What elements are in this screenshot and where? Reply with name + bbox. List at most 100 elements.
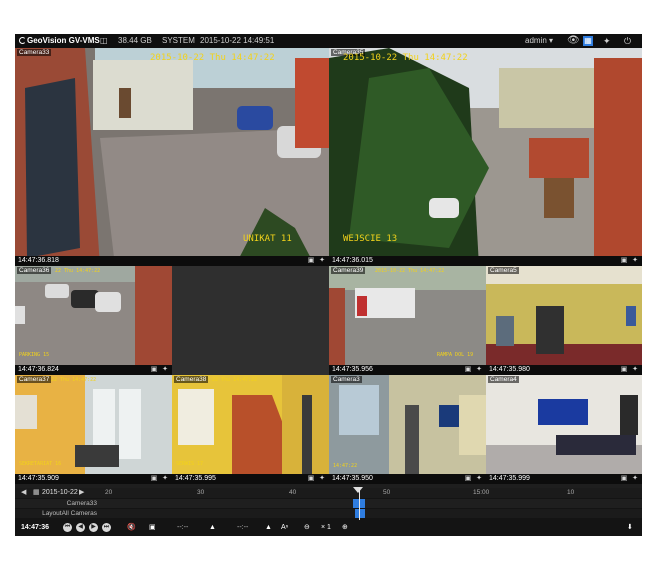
track-label: LayoutAll Cameras — [42, 510, 97, 517]
snapshot-icon[interactable]: ▣ — [620, 366, 628, 374]
camera4-feed — [486, 375, 642, 484]
camera-tile-camera36[interactable]: Camera36 22 Thu 14:47:22 PARKING 15 14:4… — [15, 266, 172, 375]
camera-tile-camera4[interactable]: Camera4 14:47:35.999 ▣ ✦ — [486, 375, 642, 484]
camera-name: Camera3 — [331, 376, 362, 383]
camera-timestamp: 14:47:36.824 — [18, 366, 59, 373]
camera-osd-time: 22 Thu 14:47:22 — [51, 377, 97, 383]
tools-icon[interactable]: ✦ — [631, 366, 639, 374]
playhead-marker[interactable] — [353, 487, 363, 493]
camera-name: Camera4 — [488, 376, 519, 383]
tools-icon[interactable]: ✦ — [631, 475, 639, 483]
tick-label: 50 — [383, 489, 391, 496]
current-time: 14:47:36 — [21, 524, 50, 531]
calendar-icon[interactable]: ▦ — [33, 488, 40, 498]
camera-timestamp: 14:47:35.909 — [18, 475, 59, 482]
tools-icon[interactable]: ✦ — [631, 257, 639, 265]
timeline-date[interactable]: 2015-10-22 — [42, 488, 78, 498]
timeline-ruler[interactable]: ◀ ▦ 2015-10-22 ▶ 20 30 40 50 15:00 10 — [15, 487, 642, 498]
camera-tile-empty[interactable] — [172, 266, 329, 375]
playback-speed: × 1 — [321, 524, 331, 531]
layout-grid-icon[interactable]: ▦ — [583, 36, 593, 46]
camera-osd-time: 14:47:22 — [333, 463, 358, 469]
recording-segment[interactable] — [355, 509, 365, 518]
tile-footer: 14:47:36.824 ▣ ✦ — [15, 365, 172, 375]
tools-icon[interactable]: ✦ — [475, 475, 483, 483]
camera-osd-time: 2015-10-22 Thu 14:47:22 — [150, 53, 275, 63]
snapshot-icon[interactable]: ▣ — [620, 257, 628, 265]
camera-osd-time: 2015-10-22 Thu 14:47:22 — [343, 53, 468, 63]
tick-label: 10 — [567, 489, 575, 496]
playhead-line — [359, 488, 360, 520]
prev-day-icon[interactable]: ◀ — [21, 488, 26, 498]
snapshot-icon[interactable]: ▣ — [150, 475, 158, 483]
camera-name: Camera37 — [17, 376, 52, 383]
download-icon[interactable]: ⬇ — [627, 522, 633, 534]
snapshot-icon[interactable]: ▣ — [620, 475, 628, 483]
camera-name: Camera38 — [174, 376, 209, 383]
tick-label: 15:00 — [473, 489, 490, 496]
rewind-icon[interactable]: ◀ — [76, 523, 85, 532]
camera37-feed — [15, 375, 172, 484]
camera-name: Camera5 — [488, 267, 519, 274]
snapshot-icon[interactable]: ▣ — [307, 257, 315, 265]
mark-out-icon[interactable]: ▲ — [265, 522, 272, 534]
tools-icon[interactable]: ✦ — [475, 366, 483, 374]
snapshot-icon[interactable]: ▣ — [149, 522, 156, 534]
camera-timestamp: 14:47:36.818 — [18, 257, 59, 264]
start-time-field[interactable]: --:-- — [177, 522, 188, 534]
top-bar: GeoVision GV-VMS ◫ 38.44 GB SYSTEM 2015-… — [15, 34, 642, 48]
tile-footer: 14:47:35.950 ▣ ✦ — [329, 474, 486, 484]
skip-back-icon[interactable]: ⏮ — [63, 523, 72, 532]
camera-caption: WEJSCIE 13 — [343, 234, 398, 244]
tile-footer: 14:47:35.980 ▣ ✦ — [486, 365, 642, 375]
system-datetime: 2015-10-22 14:49:51 — [200, 36, 275, 45]
camera-tile-camera39[interactable]: Camera39 2015-10-22 Thu 14:47:22 RAMPA D… — [329, 266, 486, 375]
camera-tile-camera33[interactable]: Camera33 2015-10-22 Thu 14:47:22 UNIKAT … — [15, 48, 329, 266]
camera-timestamp: 14:47:35.950 — [332, 475, 373, 482]
system-label: SYSTEM — [162, 36, 195, 45]
camera-timestamp: 14:47:36.015 — [332, 257, 373, 264]
tick-label: 30 — [197, 489, 205, 496]
track-camera33[interactable]: Camera33 — [15, 499, 642, 508]
end-time-field[interactable]: --:-- — [237, 522, 248, 534]
snapshot-icon[interactable]: ▣ — [464, 475, 472, 483]
play-icon[interactable]: ▶ — [89, 523, 98, 532]
zoom-in-icon[interactable]: ⊕ — [342, 522, 348, 534]
mark-in-icon[interactable]: ▲ — [209, 522, 216, 534]
camera-caption: PARKING 15 — [19, 352, 50, 358]
tools-icon[interactable]: ✦ — [603, 34, 611, 48]
snapshot-icon[interactable]: ▣ — [464, 366, 472, 374]
tools-icon[interactable]: ✦ — [318, 257, 326, 265]
tools-icon[interactable]: ✦ — [318, 475, 326, 483]
skip-forward-icon[interactable]: ⏭ — [102, 523, 111, 532]
track-layout[interactable]: LayoutAll Cameras — [15, 509, 642, 518]
tools-icon[interactable]: ✦ — [161, 366, 169, 374]
mute-icon[interactable]: 🔇 — [127, 522, 136, 534]
camera-timestamp: 14:47:35.980 — [489, 366, 530, 373]
camera38-feed — [172, 375, 329, 484]
power-icon[interactable]: ⏻ — [624, 34, 631, 48]
zoom-out-icon[interactable]: ⊖ — [304, 522, 310, 534]
snapshot-icon[interactable]: ▣ — [307, 475, 315, 483]
eye-icon[interactable]: 👁 — [567, 34, 580, 48]
camera-timestamp: 14:47:35.995 — [175, 475, 216, 482]
playback-timeline: ◀ ▦ 2015-10-22 ▶ 20 30 40 50 15:00 10 Ca… — [15, 487, 642, 536]
camera-tile-camera5[interactable]: Camera5 14:47:35.980 ▣ ✦ — [486, 266, 642, 375]
camera-tile-camera38[interactable]: Camera38 22 Thu 14:47:22 SERWIS 17 14:47… — [172, 375, 329, 484]
camera-tile-camera3[interactable]: Camera3 14:47:22 14:47:35.950 ▣ ✦ — [329, 375, 486, 484]
camera-caption: SEKRETARIAT 16 — [19, 461, 62, 467]
storage-icon: ◫ — [100, 36, 108, 45]
camera-tile-camera35[interactable]: Camera35 2015-10-22 Thu 14:47:22 WEJSCIE… — [329, 48, 642, 266]
next-day-icon[interactable]: ▶ — [79, 488, 84, 498]
snapshot-icon[interactable]: ▣ — [150, 366, 158, 374]
tick-label: 20 — [105, 489, 113, 496]
tools-icon[interactable]: ✦ — [161, 475, 169, 483]
user-menu[interactable]: admin ▾ — [525, 34, 553, 48]
camera-caption: UNIKAT 11 — [243, 234, 292, 244]
tile-footer: 14:47:35.995 ▣ ✦ — [172, 474, 329, 484]
text-overlay-icon[interactable]: Aⁿ — [281, 522, 288, 534]
camera-tile-camera37[interactable]: Camera37 22 Thu 14:47:22 SEKRETARIAT 16 … — [15, 375, 172, 484]
camera-osd-time: 22 Thu 14:47:22 — [55, 268, 101, 274]
camera-caption: RAMPA DOL 19 — [437, 352, 474, 358]
camera-timestamp: 14:47:35.999 — [489, 475, 530, 482]
